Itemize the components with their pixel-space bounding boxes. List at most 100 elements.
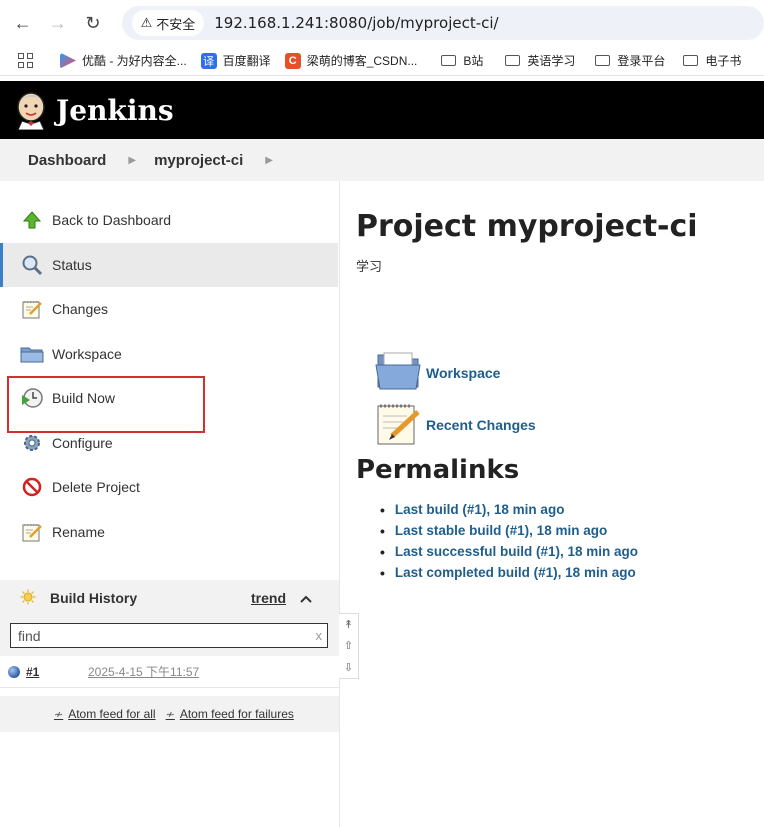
bookmarks-bar: 优酷 - 为好内容全... 译 百度翻译 C 梁萌的博客_CSDN... B站 … [0, 46, 764, 76]
permalink-last-successful-build[interactable]: Last successful build (#1), 18 min ago [395, 541, 764, 562]
bookmark-label: 百度翻译 [222, 54, 271, 68]
task-workspace[interactable]: Workspace [0, 332, 339, 377]
bookmark-label: B站 [463, 54, 484, 68]
recent-changes-link[interactable]: Recent Changes [374, 400, 764, 449]
chevron-right-icon[interactable]: ▶ [128, 155, 136, 166]
permalinks-title: Permalinks [356, 455, 520, 485]
scroll-up-icon[interactable]: ⇧ [344, 639, 353, 652]
bookmark-folder-ebook[interactable]: 电子书 [683, 52, 741, 69]
task-changes[interactable]: Changes [0, 287, 339, 332]
bookmark-folder-english[interactable]: 英语学习 [505, 52, 575, 69]
up-arrow-icon [20, 208, 44, 232]
breadcrumb-dashboard[interactable]: Dashboard [28, 152, 106, 169]
warning-icon: ⚠ [140, 15, 153, 30]
build-number-link[interactable]: #1 [26, 665, 88, 679]
workspace-link-label: Workspace [426, 364, 501, 381]
breadcrumb: Dashboard ▶ myproject-ci ▶ [0, 139, 764, 181]
bookmark-youku[interactable]: 优酷 - 为好内容全... [60, 52, 187, 69]
chevron-up-icon[interactable] [300, 590, 312, 606]
feed-label: Atom feed for failures [179, 707, 294, 721]
main-content: ↟ ⇧ ⇩ Project myproject-ci 学习 Workspace … [339, 181, 764, 827]
bookmark-csdn[interactable]: C 梁萌的博客_CSDN... [284, 52, 418, 69]
sidebar: Back to Dashboard Status Changes Workspa… [0, 181, 340, 827]
task-build-now[interactable]: Build Now [0, 376, 339, 421]
bookmark-label: 梁萌的博客_CSDN... [306, 54, 418, 68]
rss-icon: ≁ [54, 708, 64, 721]
build-history-header: Build History trend [0, 580, 339, 616]
permalinks-list: Last build (#1), 18 min ago Last stable … [395, 499, 764, 583]
atom-feed-all-link[interactable]: ≁ Atom feed for all [54, 707, 156, 721]
task-back-to-dashboard[interactable]: Back to Dashboard [0, 198, 339, 243]
build-row: #1 2025-4-15 下午11:57 [0, 656, 339, 688]
no-entry-icon [20, 475, 44, 499]
address-bar[interactable]: ⚠ 不安全 192.168.1.241:8080/job/myproject-c… [121, 6, 764, 40]
atom-feed-failures-link[interactable]: ≁ Atom feed for failures [166, 707, 294, 721]
folder-icon [374, 349, 422, 396]
task-label: Configure [52, 434, 113, 451]
folder-icon [505, 55, 521, 66]
task-label: Status [52, 256, 92, 273]
permalink-last-completed-build[interactable]: Last completed build (#1), 18 min ago [395, 562, 764, 583]
youku-icon [60, 52, 76, 69]
sun-icon [20, 589, 36, 608]
scroll-down-icon[interactable]: ⇩ [344, 661, 353, 674]
forward-arrow-icon[interactable]: → [43, 8, 72, 38]
rss-icon: ≁ [165, 708, 175, 721]
blue-ball-status-icon[interactable] [8, 665, 20, 678]
baidu-translate-icon: 译 [200, 52, 217, 69]
notepad-icon [20, 297, 44, 321]
page-title: Project myproject-ci [356, 209, 698, 244]
jenkins-header: Jenkins [0, 81, 764, 139]
folder-icon [441, 55, 457, 66]
notepad-icon [374, 400, 422, 449]
permalink-last-stable-build[interactable]: Last stable build (#1), 18 min ago [395, 520, 764, 541]
task-rename[interactable]: Rename [0, 510, 339, 555]
app-title[interactable]: Jenkins [56, 94, 174, 127]
jenkins-butler-logo[interactable] [14, 90, 48, 131]
task-label: Delete Project [52, 479, 140, 496]
folder-icon [683, 55, 699, 66]
atom-feeds: ≁ Atom feed for all ≁ Atom feed for fail… [0, 696, 339, 732]
project-description: 学习 [356, 259, 383, 274]
breadcrumb-project[interactable]: myproject-ci [154, 152, 243, 169]
clear-icon[interactable]: x [316, 628, 323, 643]
task-status[interactable]: Status [0, 242, 338, 287]
task-label: Workspace [52, 345, 122, 362]
bookmark-label: 优酷 - 为好内容全... [82, 54, 187, 68]
url-text[interactable]: 192.168.1.241:8080/job/myproject-ci/ [214, 14, 498, 32]
task-label: Rename [52, 523, 105, 540]
build-date-link[interactable]: 2025-4-15 下午11:57 [88, 663, 199, 680]
clock-play-icon [20, 386, 44, 410]
notepad-icon [20, 520, 44, 544]
trend-link[interactable]: trend [251, 590, 286, 606]
security-chip[interactable]: ⚠ 不安全 [131, 10, 205, 36]
workspace-link[interactable]: Workspace [374, 349, 764, 396]
bookmark-baidu-translate[interactable]: 译 百度翻译 [200, 52, 271, 69]
chevron-right-icon[interactable]: ▶ [265, 155, 273, 166]
search-placeholder: find [18, 627, 41, 644]
task-label: Changes [52, 301, 109, 318]
bookmark-label: 登录平台 [617, 54, 666, 68]
bookmark-label: 电子书 [705, 54, 742, 68]
scroll-to-top-icon[interactable]: ↟ [344, 618, 353, 631]
folder-icon [595, 55, 611, 66]
task-delete-project[interactable]: Delete Project [0, 465, 339, 510]
bookmark-label: 英语学习 [527, 54, 576, 68]
build-search-area: find x [0, 616, 339, 656]
back-arrow-icon[interactable]: ← [8, 8, 37, 38]
gear-icon [20, 431, 44, 455]
bookmark-folder-bilibili[interactable]: B站 [441, 52, 483, 69]
security-label: 不安全 [156, 16, 196, 32]
csdn-icon: C [284, 52, 301, 69]
task-label: Build Now [52, 390, 116, 407]
feed-label: Atom feed for all [68, 707, 156, 721]
apps-grid-icon[interactable] [18, 52, 34, 69]
task-configure[interactable]: Configure [0, 421, 339, 466]
bookmark-folder-login[interactable]: 登录平台 [595, 52, 665, 69]
reload-icon[interactable]: ↻ [78, 8, 107, 38]
build-search-input[interactable]: find x [10, 623, 328, 648]
permalink-last-build[interactable]: Last build (#1), 18 min ago [395, 499, 764, 520]
task-label: Back to Dashboard [52, 212, 172, 229]
recent-changes-label: Recent Changes [426, 416, 536, 433]
scroll-buttons: ↟ ⇧ ⇩ [339, 613, 359, 679]
